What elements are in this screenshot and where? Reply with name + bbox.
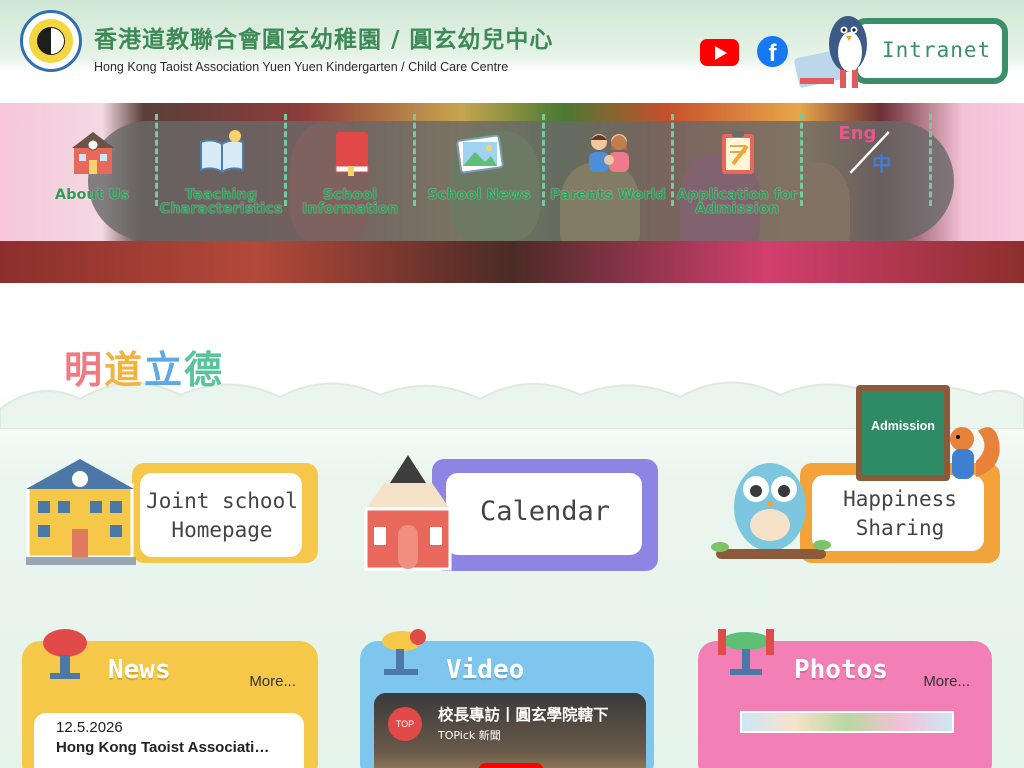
chalkboard bbox=[862, 391, 944, 475]
svg-text:Eng: Eng bbox=[838, 123, 876, 144]
pencil-house-icon bbox=[364, 455, 452, 571]
nav-label: Parents World bbox=[550, 187, 666, 203]
rocking-horse-icon bbox=[382, 629, 426, 675]
channel-avatar: TOP bbox=[388, 707, 422, 741]
yin-yang-icon bbox=[37, 27, 65, 55]
red-book-icon bbox=[335, 132, 369, 176]
nav-label: School News bbox=[427, 187, 531, 203]
intranet-label: Intranet bbox=[882, 38, 992, 62]
nav-item-parents-world[interactable]: Parents World bbox=[544, 110, 672, 230]
main-content: 明道立德 Joint school Homepage Calendar Happ… bbox=[0, 283, 1024, 768]
video-channel: TOPick 新聞 bbox=[438, 729, 501, 742]
open-book-icon bbox=[200, 130, 244, 174]
main-navigation: About Us Teaching Characteristics School… bbox=[28, 110, 938, 230]
school-logo[interactable] bbox=[20, 10, 82, 72]
owl-icon bbox=[711, 463, 831, 559]
photo-strip[interactable] bbox=[740, 711, 954, 733]
school-motto: 明道立德 bbox=[64, 339, 224, 394]
youtube-icon[interactable] bbox=[700, 39, 739, 66]
joint-school-label-line: Joint school bbox=[146, 489, 298, 513]
facebook-icon[interactable]: f bbox=[757, 36, 788, 67]
news-title: News bbox=[108, 655, 171, 685]
spring-rider-icon bbox=[43, 629, 87, 679]
motto-char: 明 bbox=[64, 348, 105, 392]
penguin-laptop-icon bbox=[794, 16, 867, 88]
motto-char: 立 bbox=[144, 348, 185, 392]
school-name-en[interactable]: Hong Kong Taoist Association Yuen Yuen K… bbox=[94, 60, 508, 74]
motto-char: 德 bbox=[184, 348, 225, 392]
nav-item-school-information[interactable]: School Information bbox=[286, 110, 414, 230]
news-date: 12.5.2026 bbox=[56, 719, 123, 736]
squirrel-icon bbox=[950, 427, 1000, 479]
site-header: 香港道教聯合會圓玄幼稚園 / 圓玄幼兒中心 Hong Kong Taoist A… bbox=[0, 0, 1024, 103]
school-building-icon bbox=[72, 132, 114, 174]
nav-item-school-news[interactable]: School News bbox=[415, 110, 543, 230]
nav-item-about-us[interactable]: About Us bbox=[28, 110, 156, 230]
clipboard-icon bbox=[722, 131, 754, 174]
happiness-sharing-link[interactable]: Happiness Sharing Admission bbox=[708, 385, 1008, 573]
joint-school-label: Joint school Homepage bbox=[142, 487, 302, 545]
school-house-icon bbox=[26, 459, 136, 565]
svg-text:中: 中 bbox=[872, 152, 891, 175]
family-icon bbox=[589, 134, 629, 172]
video-player[interactable]: TOP 校長專訪丨圓玄學院轄下 TOPick 新聞 bbox=[374, 693, 646, 768]
play-button[interactable] bbox=[478, 763, 544, 768]
news-item[interactable]: 12.5.2026 Hong Kong Taoist Associati… bbox=[34, 713, 304, 768]
stage-floor bbox=[0, 241, 1024, 283]
school-name-zh[interactable]: 香港道教聯合會圓玄幼稚園 / 圓玄幼兒中心 bbox=[94, 20, 553, 54]
language-toggle-icon: Eng 中 bbox=[838, 123, 891, 175]
joint-school-label-line: Homepage bbox=[171, 518, 273, 542]
calendar-link[interactable]: Calendar bbox=[360, 455, 660, 573]
video-caption: 校長專訪丨圓玄學院轄下 bbox=[438, 706, 609, 724]
video-title: Video bbox=[446, 655, 525, 685]
news-headline: Hong Kong Taoist Associati… bbox=[56, 739, 270, 756]
photo-news-icon bbox=[456, 134, 504, 174]
nav-label: About Us bbox=[54, 187, 130, 203]
nav-divider bbox=[929, 114, 932, 206]
intranet-button[interactable]: Intranet bbox=[852, 18, 1008, 84]
news-more-link[interactable]: More... bbox=[249, 673, 296, 690]
nav-label: Application for Admission bbox=[676, 187, 798, 217]
calendar-label: Calendar bbox=[479, 496, 611, 527]
nav-label: School Information bbox=[301, 187, 399, 217]
nav-item-language-toggle[interactable]: Eng 中 bbox=[802, 110, 930, 230]
nav-item-teaching-characteristics[interactable]: Teaching Characteristics bbox=[157, 110, 285, 230]
happiness-label-line: Sharing bbox=[855, 516, 945, 540]
nav-item-application-for-admission[interactable]: Application for Admission bbox=[673, 110, 801, 230]
motto-char: 道 bbox=[104, 348, 145, 392]
toy-plane-icon bbox=[718, 629, 774, 675]
joint-school-homepage-link[interactable]: Joint school Homepage bbox=[22, 459, 322, 573]
nav-label: Teaching Characteristics bbox=[159, 187, 283, 217]
photos-more-link[interactable]: More... bbox=[923, 673, 970, 690]
photos-title: Photos bbox=[794, 655, 888, 685]
